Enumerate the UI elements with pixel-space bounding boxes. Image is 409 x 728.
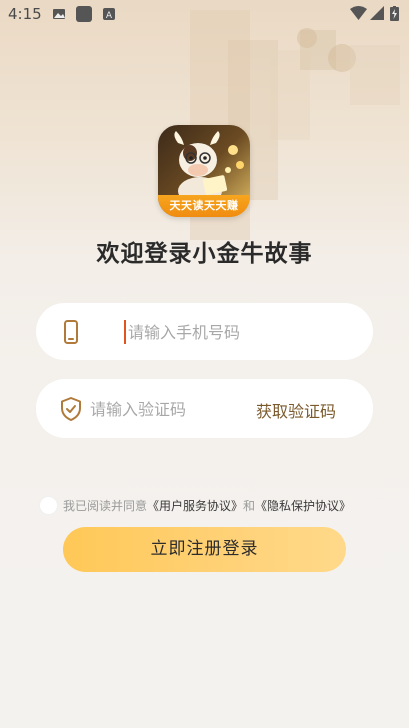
page-title: 欢迎登录小金牛故事 bbox=[96, 241, 313, 267]
text-cursor bbox=[124, 320, 126, 344]
status-time: 4:15 bbox=[8, 5, 42, 23]
signal-icon bbox=[370, 6, 384, 20]
phone-field[interactable] bbox=[36, 303, 373, 360]
phone-input[interactable] bbox=[128, 317, 278, 347]
image-icon bbox=[53, 9, 65, 19]
agreement-row: 我已阅读并同意 《用户服务协议》 和 《隐私保护协议》 bbox=[39, 495, 351, 515]
register-login-button[interactable]: 立即注册登录 bbox=[63, 527, 346, 572]
verification-code-input[interactable] bbox=[90, 394, 240, 424]
agreement-checkbox[interactable] bbox=[39, 495, 58, 515]
wifi-icon bbox=[350, 6, 367, 20]
agreement-prefix: 我已阅读并同意 bbox=[63, 498, 148, 513]
phone-icon bbox=[64, 320, 78, 344]
battery-charging-icon bbox=[390, 6, 399, 21]
svg-text:A: A bbox=[106, 11, 113, 21]
a-font-icon: A bbox=[103, 8, 115, 21]
logo-banner: 天天读天天赚 bbox=[158, 195, 250, 217]
agreement-conjunction: 和 bbox=[243, 498, 256, 513]
user-agreement-link[interactable]: 《用户服务协议》 bbox=[147, 497, 243, 514]
shield-check-icon bbox=[61, 397, 81, 421]
get-code-button[interactable]: 获取验证码 bbox=[256, 398, 336, 422]
square-app-icon bbox=[76, 6, 92, 22]
verification-code-field[interactable]: 获取验证码 bbox=[36, 379, 373, 438]
status-bar: 4:15 A bbox=[0, 0, 409, 28]
privacy-policy-link[interactable]: 《隐私保护协议》 bbox=[255, 497, 351, 514]
app-logo: 天天读天天赚 bbox=[158, 125, 250, 217]
